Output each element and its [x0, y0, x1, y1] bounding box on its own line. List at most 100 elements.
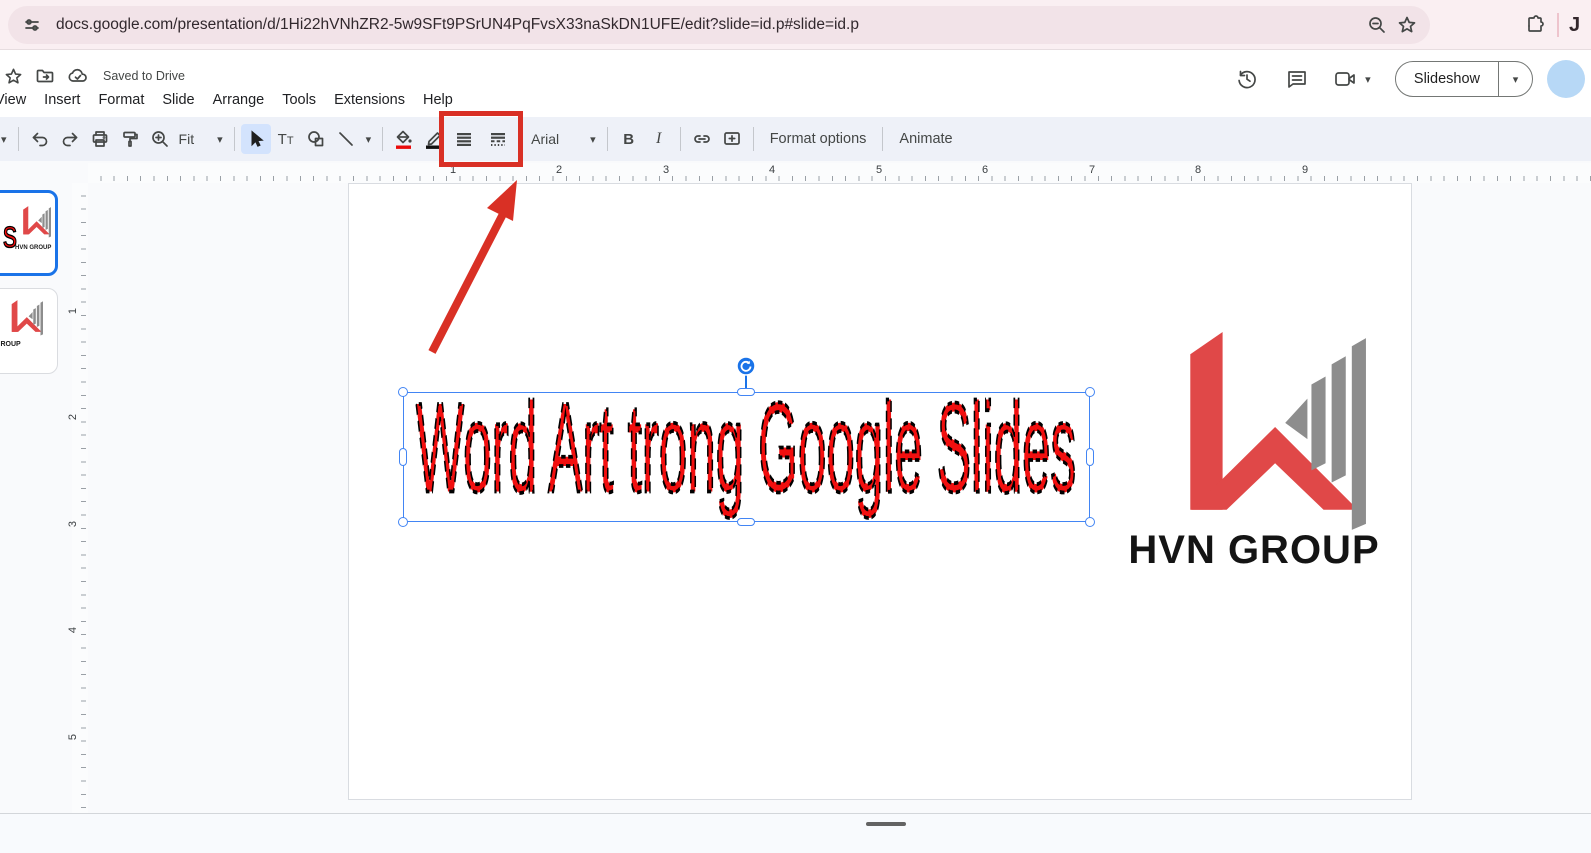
hruler-label: 2: [556, 164, 563, 176]
hvn-logo-icon: [1190, 332, 1366, 530]
horizontal-ruler: 1 2 3 4 5 6 7 8 9: [88, 163, 1591, 183]
undo-button[interactable]: [25, 124, 55, 154]
version-history-icon[interactable]: [1229, 61, 1265, 97]
meet-caret-icon[interactable]: ▾: [1360, 73, 1376, 86]
site-settings-icon[interactable]: [22, 15, 42, 35]
hruler-label: 3: [663, 164, 670, 176]
italic-button[interactable]: I: [644, 124, 674, 154]
resize-handle-se[interactable]: [1085, 517, 1095, 527]
browser-divider: [1557, 13, 1559, 37]
hvn-logo-text: HVN GROUP: [1128, 528, 1380, 572]
menu-help[interactable]: Help: [414, 88, 462, 112]
fill-color-button[interactable]: [389, 124, 419, 154]
slideshow-caret-icon[interactable]: ▾: [1498, 62, 1532, 96]
speaker-notes-area[interactable]: [0, 814, 1591, 853]
vruler-label: 4: [67, 626, 80, 634]
workspace: 1 2 3 4 5 6 7 8 9 1 2 3 4 5 s HVN GROUP: [0, 161, 1591, 853]
border-dash-button[interactable]: [483, 124, 513, 154]
paint-format-button[interactable]: [115, 124, 145, 154]
border-weight-button[interactable]: [449, 124, 479, 154]
zoom-level-select[interactable]: Fit: [175, 131, 199, 147]
star-document-icon[interactable]: [4, 67, 23, 86]
hruler-label: 5: [876, 164, 883, 176]
extensions-icon[interactable]: [1523, 13, 1547, 37]
toolbar-divider: [882, 127, 884, 151]
thumb1-logo-icon: [23, 206, 51, 238]
line-caret-icon[interactable]: ▾: [361, 133, 377, 146]
menu-arrange[interactable]: Arrange: [204, 88, 274, 112]
google-slides-window: docs.google.com/presentation/d/1Hi22hVNh…: [0, 0, 1591, 853]
resize-handle-sw[interactable]: [398, 517, 408, 527]
zoom-button[interactable]: [145, 124, 175, 154]
highlighted-border-tools: [439, 111, 524, 167]
menu-format[interactable]: Format: [89, 88, 153, 112]
vruler-label: 2: [67, 413, 80, 421]
hruler-label: 4: [769, 164, 776, 176]
text-box-button[interactable]: TT: [271, 124, 301, 154]
menu-bar: View Insert Format Slide Arrange Tools E…: [0, 88, 462, 112]
resize-handle-e[interactable]: [1086, 448, 1094, 466]
add-comment-button[interactable]: [717, 124, 747, 154]
format-options-button[interactable]: Format options: [760, 126, 877, 152]
font-caret-icon[interactable]: ▾: [585, 133, 601, 146]
menu-tools[interactable]: Tools: [273, 88, 325, 112]
bookmark-star-icon[interactable]: [1392, 10, 1422, 40]
zoom-caret-icon[interactable]: ▾: [212, 133, 228, 146]
hruler-label: 6: [982, 164, 989, 176]
toolbar-divider: [606, 127, 608, 151]
menu-view[interactable]: View: [0, 88, 35, 112]
slideshow-label[interactable]: Slideshow: [1396, 71, 1498, 87]
toolbar-divider: [679, 127, 681, 151]
insert-link-button[interactable]: [687, 124, 717, 154]
slideshow-button[interactable]: Slideshow ▾: [1394, 61, 1533, 97]
thumb1-logo-text: HVN GROUP: [15, 245, 52, 251]
wordart-selection-box[interactable]: Word Art trong Google Slides: [403, 376, 1090, 522]
toolbar: ▾ Fit ▾ TT ▾ Arial ▾ B I Format options …: [0, 111, 1591, 167]
select-tool-button[interactable]: [240, 124, 271, 154]
toolbar-divider: [17, 127, 19, 151]
url-field[interactable]: docs.google.com/presentation/d/1Hi22hVNh…: [8, 6, 1430, 44]
app-header: Saved to Drive View Insert Format Slide …: [0, 50, 1591, 117]
browser-address-bar: docs.google.com/presentation/d/1Hi22hVNh…: [0, 0, 1591, 50]
animate-button[interactable]: Animate: [889, 126, 962, 152]
menu-extensions[interactable]: Extensions: [325, 88, 414, 112]
url-text[interactable]: docs.google.com/presentation/d/1Hi22hVNh…: [56, 16, 1362, 34]
user-avatar[interactable]: [1547, 60, 1585, 98]
slide-thumbnail-1[interactable]: s HVN GROUP: [0, 190, 58, 276]
thumb2-logo-icon: [11, 300, 43, 336]
toolbar-divider: [382, 127, 384, 151]
vertical-ruler: 1 2 3 4 5: [67, 183, 88, 853]
redo-button[interactable]: [55, 124, 85, 154]
rotation-handle[interactable]: [735, 355, 757, 382]
line-button[interactable]: [331, 124, 361, 154]
move-folder-icon[interactable]: [35, 66, 55, 86]
meet-camera-icon[interactable]: ▾: [1329, 61, 1381, 97]
hruler-label: 1: [450, 164, 457, 176]
font-family-select[interactable]: Arial: [527, 131, 563, 147]
zoom-out-icon[interactable]: [1362, 10, 1392, 40]
resize-handle-n[interactable]: [737, 388, 755, 396]
vruler-label: 5: [67, 733, 80, 741]
hruler-label: 9: [1302, 164, 1309, 176]
resize-handle-w[interactable]: [399, 448, 407, 466]
border-color-button[interactable]: [419, 124, 449, 154]
shape-button[interactable]: [301, 124, 331, 154]
slide-thumbnail-2[interactable]: GROUP: [0, 288, 58, 374]
new-slide-caret-icon[interactable]: ▾: [0, 133, 12, 146]
comments-icon[interactable]: [1279, 61, 1315, 97]
notes-resize-handle[interactable]: [866, 822, 906, 826]
cloud-saved-icon: [67, 66, 89, 86]
resize-handle-ne[interactable]: [1085, 387, 1095, 397]
resize-handle-s[interactable]: [737, 518, 755, 526]
hruler-label: 7: [1089, 164, 1096, 176]
wordart-text-svg: Word Art trong Google Slides: [414, 376, 1077, 520]
hvn-logo[interactable]: HVN GROUP: [1118, 326, 1390, 576]
wordart-text: Word Art trong Google Slides: [416, 378, 1076, 519]
bold-button[interactable]: B: [614, 124, 644, 154]
resize-handle-nw[interactable]: [398, 387, 408, 397]
menu-slide[interactable]: Slide: [153, 88, 203, 112]
print-button[interactable]: [85, 124, 115, 154]
menu-insert[interactable]: Insert: [35, 88, 89, 112]
profile-initial[interactable]: J: [1569, 14, 1583, 37]
saved-status[interactable]: Saved to Drive: [103, 69, 185, 83]
